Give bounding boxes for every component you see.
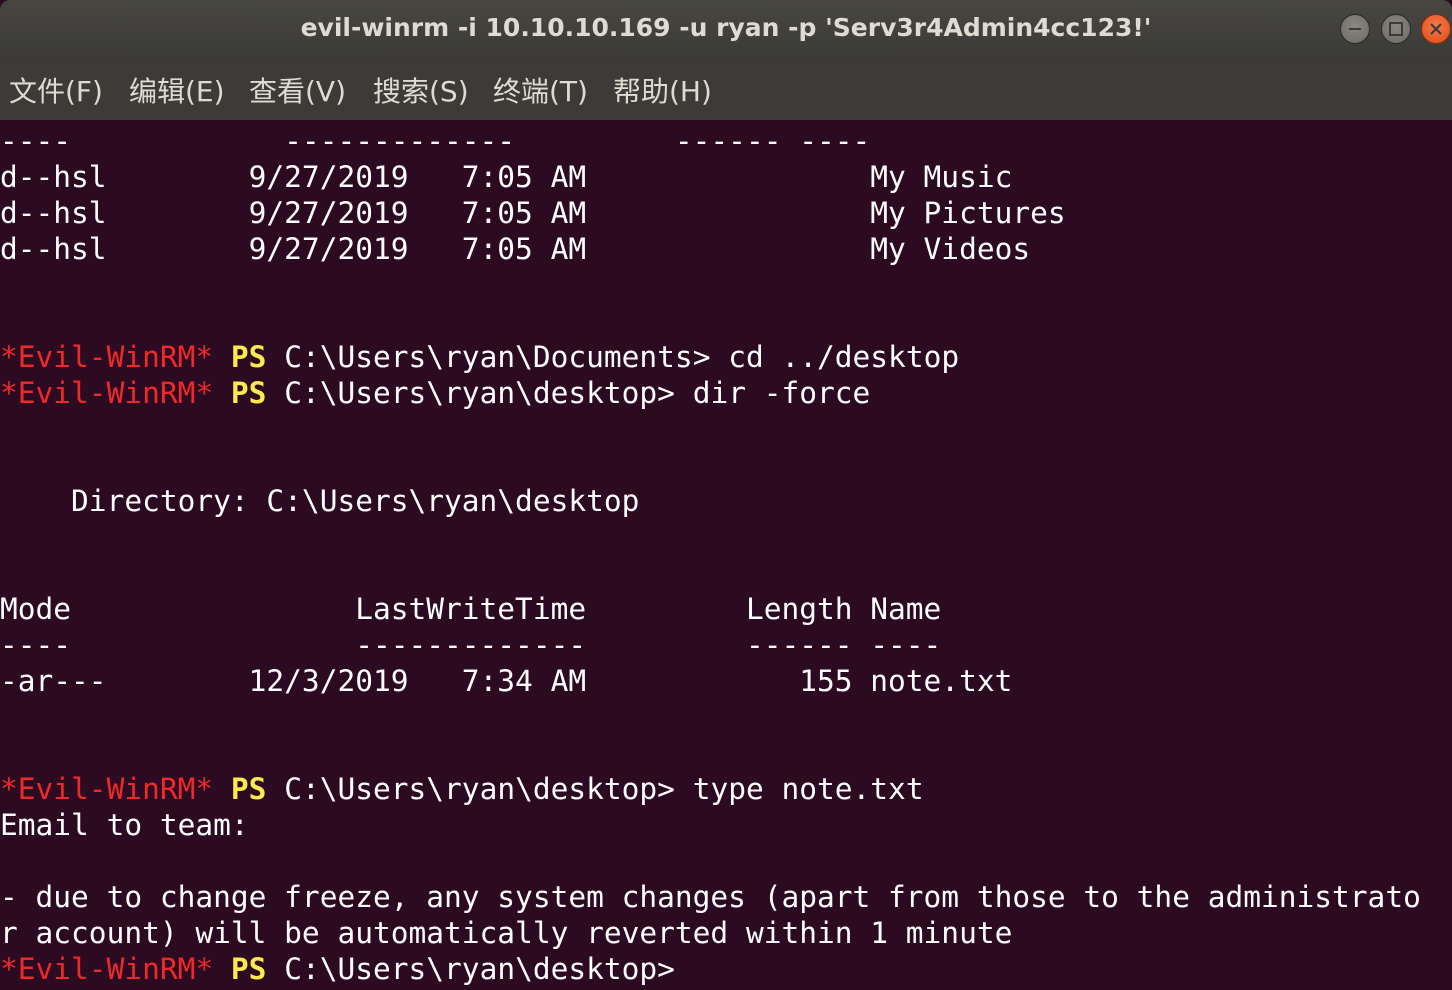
window-title: evil-winrm -i 10.10.10.169 -u ryan -p 'S… xyxy=(300,13,1152,42)
prompt-tag: *Evil-WinRM* xyxy=(0,952,214,986)
output-line: - due to change freeze, any system chang… xyxy=(0,880,1421,914)
maximize-button[interactable] xyxy=(1381,14,1411,44)
output-line: ---- ------------- ------ ---- xyxy=(0,628,942,662)
output-line: ---- ------------- ------ ---- xyxy=(0,124,871,158)
output-line: Mode LastWriteTime Length Name xyxy=(0,592,942,626)
output-line: Email to team: xyxy=(0,808,249,842)
prompt-tag: *Evil-WinRM* xyxy=(0,340,214,374)
prompt-ps: PS xyxy=(230,952,267,986)
output-line: -ar--- 12/3/2019 7:34 AM 155 note.txt xyxy=(0,664,1013,698)
menu-search[interactable]: 搜索(S) xyxy=(373,75,469,109)
prompt-ps: PS xyxy=(230,376,267,410)
command-text: C:\Users\ryan\desktop> dir -force xyxy=(266,376,871,410)
output-line: Directory: C:\Users\ryan\desktop xyxy=(0,484,640,518)
command-text: C:\Users\ryan\Documents> cd ../desktop xyxy=(266,340,960,374)
prompt-ps: PS xyxy=(230,772,267,806)
command-text: C:\Users\ryan\desktop> type note.txt xyxy=(266,772,924,806)
terminal-output[interactable]: ---- ------------- ------ ---- d--hsl 9/2… xyxy=(0,120,1452,990)
output-line: d--hsl 9/27/2019 7:05 AM My Pictures xyxy=(0,196,1066,230)
prompt-line: *Evil-WinRM* PS C:\Users\ryan\desktop> xyxy=(0,951,675,987)
menu-bar: 文件(F) 编辑(E) 查看(V) 搜索(S) 终端(T) 帮助(H) xyxy=(0,62,1452,120)
menu-edit[interactable]: 编辑(E) xyxy=(129,75,225,109)
prompt-tag: *Evil-WinRM* xyxy=(0,376,214,410)
terminal-window: evil-winrm -i 10.10.10.169 -u ryan -p 'S… xyxy=(0,0,1452,990)
close-button[interactable] xyxy=(1421,14,1451,44)
minimize-button[interactable] xyxy=(1340,14,1370,44)
output-line: d--hsl 9/27/2019 7:05 AM My Videos xyxy=(0,232,1031,266)
prompt-tag: *Evil-WinRM* xyxy=(0,772,214,806)
close-icon xyxy=(1430,23,1442,35)
output-line: r account) will be automatically reverte… xyxy=(0,916,1013,950)
prompt-line: *Evil-WinRM* PS C:\Users\ryan\desktop> t… xyxy=(0,771,924,807)
command-text: C:\Users\ryan\desktop> xyxy=(266,952,675,986)
menu-terminal[interactable]: 终端(T) xyxy=(493,75,588,109)
minimize-icon xyxy=(1349,28,1361,30)
maximize-icon xyxy=(1389,22,1403,36)
menu-view[interactable]: 查看(V) xyxy=(249,75,346,109)
menu-file[interactable]: 文件(F) xyxy=(9,75,103,109)
output-line: d--hsl 9/27/2019 7:05 AM My Music xyxy=(0,160,1013,194)
prompt-line: *Evil-WinRM* PS C:\Users\ryan\desktop> d… xyxy=(0,375,870,411)
prompt-line: *Evil-WinRM* PS C:\Users\ryan\Documents>… xyxy=(0,339,959,375)
title-bar[interactable]: evil-winrm -i 10.10.10.169 -u ryan -p 'S… xyxy=(0,0,1452,62)
menu-help[interactable]: 帮助(H) xyxy=(613,75,712,109)
prompt-ps: PS xyxy=(230,340,267,374)
